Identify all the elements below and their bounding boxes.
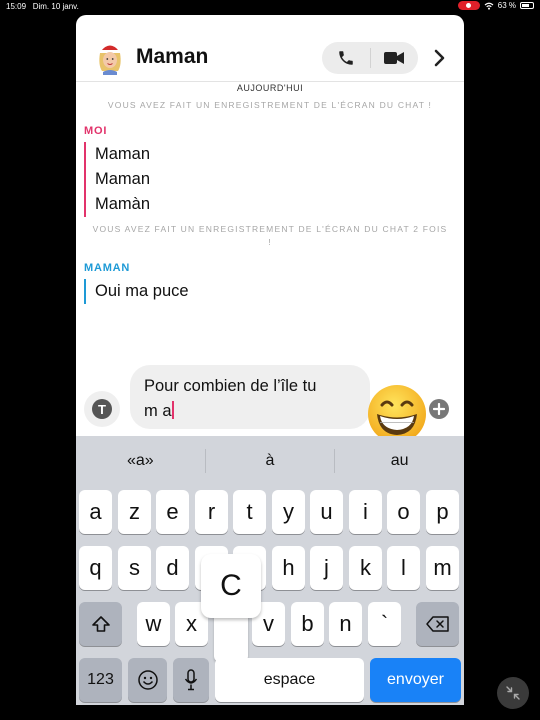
key[interactable]: q [79,546,112,590]
message-group-me: Maman Maman Mamàn [84,142,150,217]
microphone-icon [184,669,198,691]
keyboard: «a» à au a z e r t y u i o p q s d f g h… [76,436,464,705]
key[interactable]: p [426,490,459,534]
dictation-key[interactable] [173,658,209,702]
space-key[interactable]: espace [215,658,364,702]
key[interactable]: k [349,546,382,590]
key[interactable]: s [118,546,151,590]
shift-icon [91,616,110,632]
message[interactable]: Maman [95,142,150,167]
message-input-line: Pour combien de l’île tu [144,377,317,395]
video-call-button[interactable] [371,42,419,74]
numbers-key[interactable]: 123 [79,658,122,702]
chat-details-button[interactable] [430,48,450,68]
key[interactable]: t [233,490,266,534]
message[interactable]: Oui ma puce [95,279,189,304]
screen-recording-icon [457,1,480,10]
status-time-date: 15:09 Dim. 10 janv. [6,2,79,11]
video-camera-icon [384,52,405,64]
shrink-button[interactable] [497,677,529,709]
text-tool-icon: T [92,399,112,419]
chat-header: Maman [76,15,464,82]
message-group-them: Oui ma puce [84,279,189,304]
message[interactable]: Maman [95,167,150,192]
key[interactable]: ` [368,602,401,646]
screenshot-notice: VOUS AVEZ FAIT UN ENREGISTREMENT DE L'ÉC… [107,100,433,110]
key[interactable]: m [426,546,459,590]
shift-key[interactable] [79,602,122,646]
text-tool-button[interactable]: T [84,391,120,427]
key[interactable]: b [291,602,324,646]
call-button[interactable] [322,42,370,74]
key[interactable]: a [79,490,112,534]
key[interactable]: h [272,546,305,590]
key-popup-letter: C [201,554,261,618]
message-input-line-wrap: m a [144,399,356,424]
key[interactable]: e [156,490,189,534]
suggestion-item[interactable]: «a» [76,452,205,470]
sender-label-me: MOI [84,125,108,137]
key[interactable]: o [387,490,420,534]
text-caret [171,401,174,419]
chat-title[interactable]: Maman [136,45,208,69]
key[interactable]: j [310,546,343,590]
key-press-popup: C [201,554,261,662]
sender-label-them: MAMAN [84,262,131,274]
message-input[interactable]: Pour combien de l’île tu m a [130,365,370,429]
status-bar: 15:09 Dim. 10 janv. 63 % [0,0,540,14]
suggestion-item[interactable]: au [335,452,464,470]
call-controls [322,42,418,74]
key[interactable]: r [195,490,228,534]
status-right: 63 % [457,1,534,10]
backspace-icon [425,616,449,632]
add-button[interactable] [429,399,449,419]
backspace-key[interactable] [416,602,459,646]
key[interactable]: l [387,546,420,590]
key[interactable]: n [329,602,362,646]
key[interactable]: i [349,490,382,534]
battery-icon [520,2,534,9]
key[interactable]: u [310,490,343,534]
avatar[interactable] [96,39,124,75]
chat-window: Maman AUJOURD'HUI VOUS AVEZ FAIT UN ENRE… [76,15,464,705]
chevron-right-icon [434,49,445,67]
battery-percent: 63 % [497,1,516,10]
key[interactable]: d [156,546,189,590]
phone-icon [339,51,353,65]
shrink-icon [506,686,520,700]
suggestion-item[interactable]: à [206,452,335,470]
emoji-keyboard-icon [137,670,158,690]
emoji-key[interactable] [128,658,167,702]
day-separator: AUJOURD'HUI [236,83,304,93]
send-key[interactable]: envoyer [370,658,461,702]
status-date: Dim. 10 janv. [32,2,79,11]
key[interactable]: y [272,490,305,534]
status-time: 15:09 [6,2,27,11]
suggestion-bar: «a» à au [76,436,464,486]
plus-icon [433,403,445,415]
screenshot-notice: VOUS AVEZ FAIT UN ENREGISTREMENT DE L'ÉC… [92,224,448,247]
message-input-line: m a [144,402,172,420]
key[interactable]: w [137,602,170,646]
message[interactable]: Mamàn [95,192,150,217]
wifi-icon [484,2,494,10]
key[interactable]: z [118,490,151,534]
